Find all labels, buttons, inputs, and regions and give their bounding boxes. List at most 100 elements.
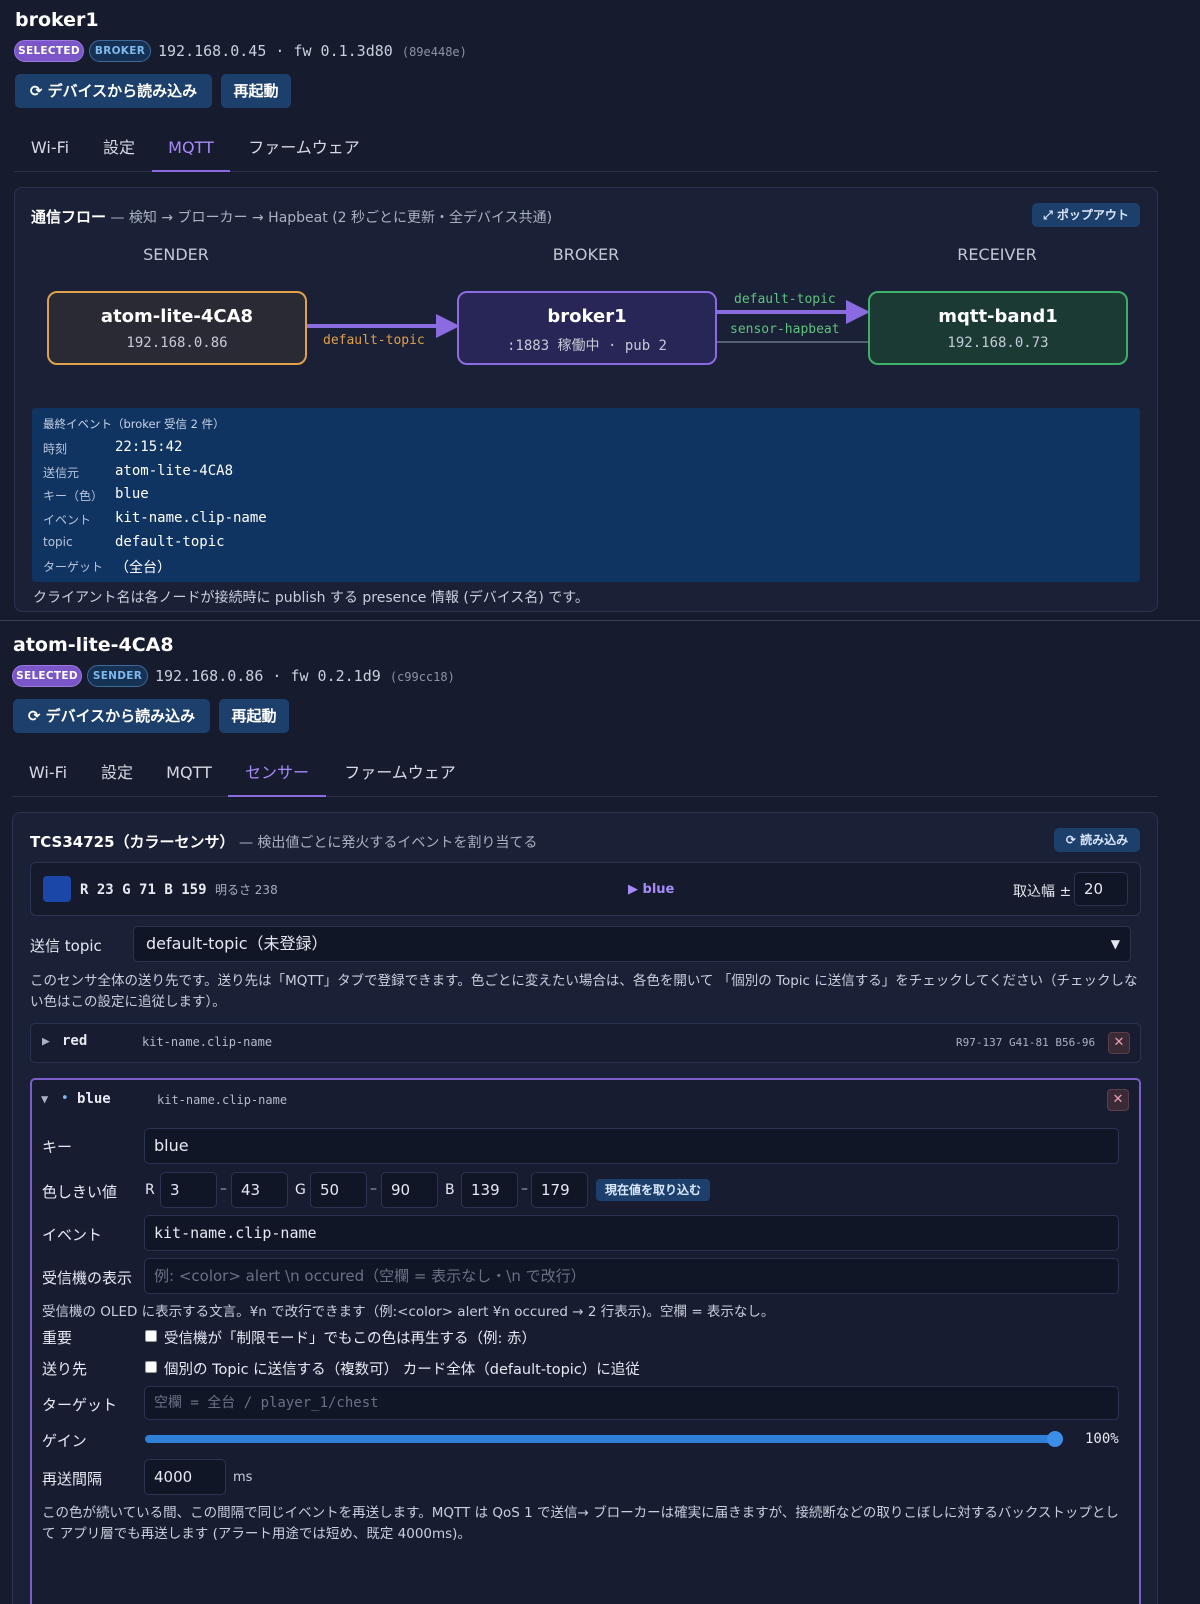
edge-label-sender-broker: default-topic bbox=[323, 333, 425, 348]
dest-text: 個別の Topic に送信する（複数可） カード全体（default-topic… bbox=[164, 1362, 640, 1378]
device-ip: 192.168.0.45 bbox=[158, 42, 267, 60]
tab-firmware[interactable]: ファームウェア bbox=[334, 753, 466, 797]
event-input[interactable]: kit-name.clip-name bbox=[144, 1215, 1119, 1251]
sender-node[interactable]: atom-lite-4CA8 192.168.0.86 bbox=[47, 291, 307, 365]
g-channel-label: G bbox=[295, 1182, 306, 1198]
gain-label: ゲイン bbox=[42, 1432, 87, 1450]
event-value-source: atom-lite-4CA8 bbox=[115, 463, 234, 479]
sensor-title: TCS34725（カラーセンサ） — 検出値ごとに発火するイベントを割り当てる bbox=[30, 833, 538, 851]
important-checkbox[interactable] bbox=[145, 1330, 157, 1342]
tab-wifi[interactable]: Wi-Fi bbox=[20, 128, 80, 172]
event-key-target: ターゲット bbox=[43, 560, 104, 574]
topic-help: このセンサ全体の送り先です。送り先は「MQTT」タブで登録できます。色ごとに変え… bbox=[30, 973, 1138, 1010]
individual-topic-checkbox[interactable] bbox=[145, 1361, 157, 1373]
event-value-target: （全台） bbox=[115, 560, 171, 576]
firmware-hash: (89e448e) bbox=[401, 45, 467, 59]
delete-blue-button[interactable]: ✕ bbox=[1107, 1089, 1129, 1111]
delete-red-button[interactable]: ✕ bbox=[1108, 1032, 1130, 1054]
column-receiver: RECEIVER bbox=[957, 245, 1037, 264]
resend-label: 再送間隔 bbox=[42, 1470, 103, 1488]
broker-node[interactable]: broker1 :1883 稼働中 · pub 2 bbox=[457, 291, 717, 365]
event-value-color: blue bbox=[115, 486, 149, 502]
important-text: 受信機が「制限モード」でもこの色は再生する（例: 赤） bbox=[164, 1331, 536, 1347]
gain-value: 100% bbox=[1085, 1431, 1119, 1447]
expand-icon[interactable]: ▶ bbox=[42, 1034, 50, 1049]
capture-current-button[interactable]: 現在値を取り込む bbox=[596, 1179, 710, 1201]
reload-button[interactable]: ⟳ 読み込み bbox=[1054, 828, 1140, 852]
sender-node-name: atom-lite-4CA8 bbox=[100, 306, 254, 327]
tab-bar: Wi-Fi 設定 MQTT ファームウェア bbox=[14, 128, 1158, 172]
event-key-source: 送信元 bbox=[43, 466, 80, 480]
device-meta-sender: 192.168.0.86 · fw 0.2.1d9 (c99cc18) bbox=[155, 667, 455, 685]
range-label: 取込幅 ± bbox=[1013, 884, 1072, 900]
device-ip: 192.168.0.86 bbox=[155, 667, 264, 685]
event-key-topic: topic bbox=[43, 535, 73, 549]
sender-node-ip: 192.168.0.86 bbox=[126, 335, 228, 351]
gain-slider-handle[interactable] bbox=[1047, 1431, 1063, 1447]
key-input[interactable]: blue bbox=[144, 1128, 1119, 1164]
event-key-color: キー（色） bbox=[43, 489, 104, 503]
resend-input[interactable]: 4000 bbox=[144, 1459, 226, 1495]
threshold-label: 色しきい値 bbox=[42, 1183, 118, 1201]
color-event-red: kit-name.clip-name bbox=[142, 1035, 273, 1049]
panel-divider bbox=[0, 620, 1200, 621]
tab-mqtt[interactable]: MQTT bbox=[152, 128, 230, 172]
target-input[interactable]: 空欄 = 全台 / player_1/chest bbox=[144, 1386, 1119, 1420]
firmware-version: fw 0.2.1d9 bbox=[290, 667, 381, 685]
b-channel-label: B bbox=[445, 1182, 455, 1198]
topic-select[interactable]: default-topic（未登録） ▼ bbox=[133, 926, 1131, 962]
client-name-note: クライアント名は各ノードが接続時に publish する presence 情報… bbox=[33, 590, 589, 606]
b-min-input[interactable]: 139 bbox=[461, 1172, 518, 1208]
tab-bar-sender: Wi-Fi 設定 MQTT センサー ファームウェア bbox=[12, 753, 1158, 797]
edge-label-broker-receiver-1: default-topic bbox=[734, 292, 836, 307]
b-max-input[interactable]: 179 bbox=[531, 1172, 588, 1208]
dest-label: 送り先 bbox=[42, 1360, 88, 1378]
range-input[interactable]: 20 bbox=[1074, 872, 1128, 906]
tab-sensor[interactable]: センサー bbox=[228, 753, 326, 797]
device-meta: 192.168.0.45 · fw 0.1.3d80 (89e448e) bbox=[158, 42, 467, 60]
gain-slider[interactable] bbox=[145, 1435, 1055, 1443]
tab-firmware[interactable]: ファームウェア bbox=[238, 128, 370, 172]
display-label: 受信機の表示 bbox=[42, 1269, 133, 1287]
tab-settings[interactable]: 設定 bbox=[90, 753, 144, 797]
role-badge: BROKER bbox=[89, 40, 151, 62]
receiver-node[interactable]: mqtt-band1 192.168.0.73 bbox=[868, 291, 1128, 365]
event-value-topic: default-topic bbox=[115, 534, 225, 550]
device-title: broker1 bbox=[15, 9, 99, 31]
color-ranges-red: R97-137 G41-81 B56-96 bbox=[956, 1036, 1096, 1049]
detected-color: ▶ blue bbox=[628, 882, 675, 897]
blue-dot-icon: • bbox=[61, 1091, 69, 1106]
broker-node-name: broker1 bbox=[547, 306, 627, 327]
receiver-node-name: mqtt-band1 bbox=[938, 306, 1058, 327]
selected-badge: SELECTED bbox=[14, 40, 84, 62]
column-sender: SENDER bbox=[143, 245, 209, 264]
popout-button[interactable]: ⤢ ポップアウト bbox=[1032, 203, 1140, 227]
event-key-time: 時刻 bbox=[43, 442, 68, 456]
read-from-device-button-sender[interactable]: ⟳ デバイスから読み込み bbox=[13, 699, 210, 733]
tab-wifi[interactable]: Wi-Fi bbox=[18, 753, 78, 797]
receiver-node-ip: 192.168.0.73 bbox=[947, 335, 1049, 351]
display-help: 受信機の OLED に表示する文言。¥n で改行できます（例:<color> a… bbox=[42, 1304, 775, 1320]
event-value-event: kit-name.clip-name bbox=[115, 510, 267, 526]
tab-settings[interactable]: 設定 bbox=[92, 128, 146, 172]
g-min-input[interactable]: 50 bbox=[310, 1172, 367, 1208]
event-value-time: 22:15:42 bbox=[115, 439, 183, 455]
display-input[interactable]: 例: <color> alert \n occured（空欄 = 表示なし・\n… bbox=[144, 1258, 1119, 1294]
reboot-button[interactable]: 再起動 bbox=[221, 74, 291, 108]
r-channel-label: R bbox=[145, 1182, 155, 1198]
g-max-input[interactable]: 90 bbox=[381, 1172, 438, 1208]
chevron-down-icon: ▼ bbox=[1110, 937, 1120, 951]
topic-label: 送信 topic bbox=[30, 937, 102, 955]
resend-unit: ms bbox=[233, 1470, 253, 1485]
color-swatch bbox=[43, 876, 71, 902]
reboot-button-sender[interactable]: 再起動 bbox=[219, 699, 289, 733]
r-max-input[interactable]: 43 bbox=[231, 1172, 288, 1208]
tab-mqtt[interactable]: MQTT bbox=[154, 753, 224, 797]
r-min-input[interactable]: 3 bbox=[160, 1172, 217, 1208]
read-from-device-button[interactable]: ⟳ デバイスから読み込み bbox=[15, 74, 212, 108]
firmware-hash: (c99cc18) bbox=[389, 670, 455, 684]
flow-title: 通信フロー — 検知 → ブローカー → Hapbeat (2 秒ごとに更新・全… bbox=[31, 208, 553, 226]
broker-node-status: :1883 稼働中 · pub 2 bbox=[506, 338, 667, 354]
color-name-red: red bbox=[62, 1033, 88, 1049]
collapse-icon[interactable]: ▼ bbox=[41, 1092, 48, 1106]
